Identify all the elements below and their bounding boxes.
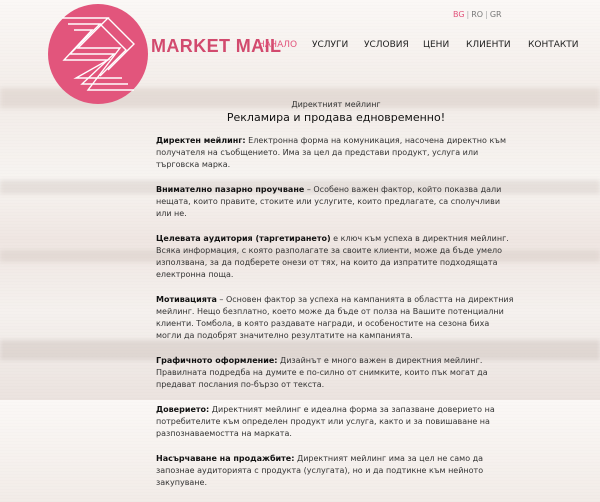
paragraph-sales-promotion: Насърчаване на продажбите: Директният ме…: [156, 453, 516, 489]
paragraph-term: Внимателно пазарно проучване: [156, 185, 305, 194]
paragraph-term: Мотивацията: [156, 295, 217, 304]
page-headline: Рекламира и продава едновременно!: [226, 111, 446, 124]
lang-bg[interactable]: BG: [451, 10, 467, 19]
lang-ro[interactable]: RO: [469, 10, 485, 19]
paragraph-motivation: Мотивацията – Основен фактор за успеха н…: [156, 294, 516, 342]
nav-prices[interactable]: ЦЕНИ: [423, 40, 449, 50]
paragraph-term: Директен мейлинг:: [156, 136, 246, 145]
paragraph-direct-mailing: Директен мейлинг: Електронна форма на ко…: [156, 135, 516, 171]
paragraph-term: Насърчаване на продажбите:: [156, 454, 295, 463]
nav-home[interactable]: НАЧАЛО: [258, 40, 297, 50]
main-nav: НАЧАЛО УСЛУГИ УСЛОВИЯ ЦЕНИ КЛИЕНТИ КОНТА…: [248, 40, 579, 56]
main-content: Директният мейлинг Рекламира и продава е…: [156, 100, 516, 502]
language-switcher: BG | RO | GR: [451, 10, 504, 19]
paragraph-term: Графичното оформление:: [156, 356, 278, 365]
paragraph-trust: Доверието: Директният мейлинг е идеална …: [156, 404, 516, 440]
nav-conditions[interactable]: УСЛОВИЯ: [364, 40, 409, 50]
nav-contacts[interactable]: КОНТАКТИ: [528, 40, 579, 50]
logo-emblem-icon: [62, 17, 135, 91]
paragraph-term: Доверието:: [156, 405, 210, 414]
logo[interactable]: [48, 4, 148, 104]
paragraph-target-audience: Целевата аудитория (таргетирането) е клю…: [156, 233, 516, 281]
nav-services[interactable]: УСЛУГИ: [312, 40, 348, 50]
page-subtitle: Директният мейлинг: [291, 100, 381, 109]
nav-clients[interactable]: КЛИЕНТИ: [466, 40, 511, 50]
paragraph-graphic-design: Графичното оформление: Дизайнът е много …: [156, 355, 516, 391]
paragraph-term: Целевата аудитория (таргетирането): [156, 234, 331, 243]
lang-gr[interactable]: GR: [488, 10, 504, 19]
paragraph-market-research: Внимателно пазарно проучване – Особено в…: [156, 184, 516, 220]
